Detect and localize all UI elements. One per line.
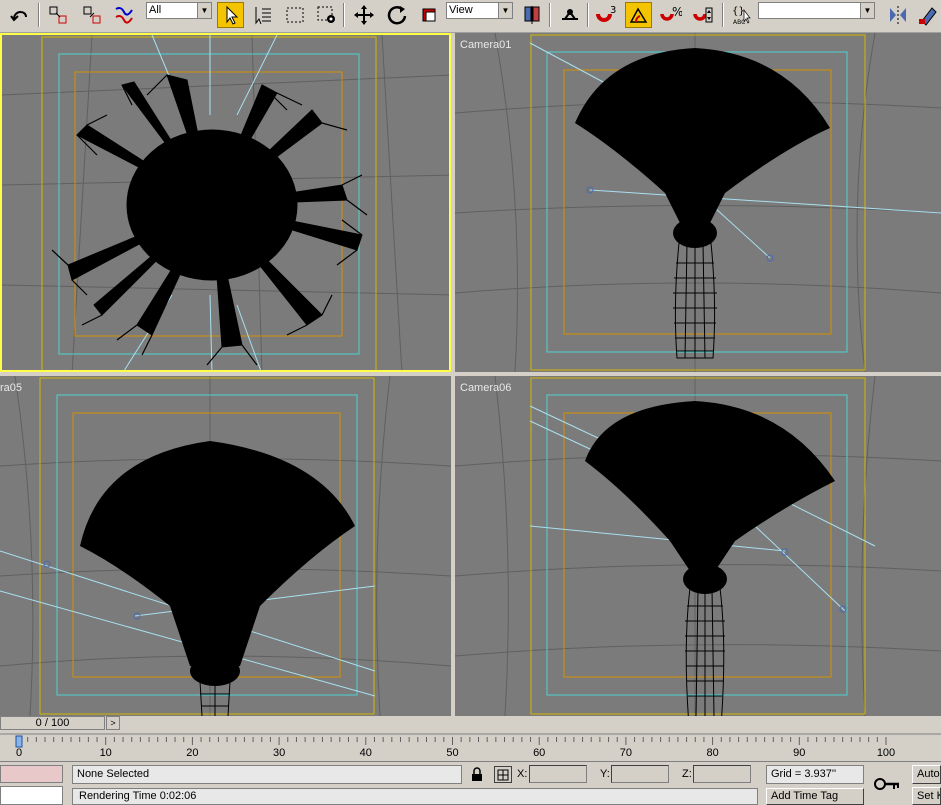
main-toolbar: All ▼ View ▼ 3 % {} xyxy=(0,0,941,33)
select-object-icon[interactable] xyxy=(217,2,244,28)
ruler-label: 40 xyxy=(360,747,372,759)
maxscript-listener[interactable] xyxy=(0,765,63,783)
select-and-move-icon[interactable] xyxy=(350,2,377,28)
viewport-label[interactable]: Camera01 xyxy=(460,39,511,51)
selection-status-text: None Selected xyxy=(77,768,150,780)
select-and-scale-icon[interactable] xyxy=(415,2,442,28)
use-pivot-point-center-icon[interactable] xyxy=(518,2,545,28)
separator xyxy=(549,3,551,27)
auto-key-label: Auto xyxy=(917,768,940,780)
select-and-manipulate-icon[interactable] xyxy=(556,2,583,28)
chevron-down-icon: ▼ xyxy=(860,3,874,18)
add-time-tag-button[interactable]: Add Time Tag xyxy=(766,788,864,805)
ruler-label: 30 xyxy=(273,747,285,759)
angle-snap-toggle-icon[interactable] xyxy=(625,2,652,28)
ruler-label: 100 xyxy=(877,747,895,759)
ruler-label: 50 xyxy=(446,747,458,759)
viewport-scene xyxy=(2,35,449,370)
time-slider-bar: 0 / 100 > xyxy=(0,716,941,732)
spinner-snap-icon[interactable] xyxy=(690,2,717,28)
viewport-camera05[interactable]: ra05 xyxy=(0,376,451,716)
maxscript-output[interactable] xyxy=(0,786,63,805)
reference-coordinate-dropdown[interactable]: View ▼ xyxy=(446,2,513,19)
auto-key-button[interactable]: Auto xyxy=(912,765,941,784)
viewport-camera06[interactable]: Camera06 xyxy=(455,376,941,716)
status-bar: None Selected X: Y: Z: Grid = 3.937'' Re… xyxy=(0,761,941,805)
viewport-label[interactable]: Camera06 xyxy=(460,382,511,394)
chevron-down-icon: ▼ xyxy=(498,3,512,18)
svg-text:%: % xyxy=(672,5,682,19)
z-label: Z: xyxy=(682,768,692,780)
bind-to-space-warp-icon[interactable] xyxy=(110,2,137,28)
set-key-button[interactable]: Set K xyxy=(912,787,941,805)
set-key-filter-icon[interactable] xyxy=(872,772,902,796)
grid-size-text: Grid = 3.937'' xyxy=(771,768,837,780)
y-coordinate-input[interactable] xyxy=(611,765,669,783)
x-coordinate-input[interactable] xyxy=(529,765,587,783)
edit-named-selection-icon[interactable]: {} ABC xyxy=(728,2,755,28)
time-slider[interactable]: 0 / 100 xyxy=(0,716,105,730)
ruler-label: 90 xyxy=(793,747,805,759)
chevron-down-icon: ▼ xyxy=(197,3,211,18)
percent-snap-icon[interactable]: % xyxy=(657,2,684,28)
ruler-label: 60 xyxy=(533,747,545,759)
select-by-name-icon[interactable] xyxy=(249,2,276,28)
mirror-icon[interactable] xyxy=(884,2,911,28)
next-frame-button[interactable]: > xyxy=(106,716,120,730)
separator xyxy=(587,3,589,27)
frame-counter: 0 / 100 xyxy=(35,717,70,729)
x-label: X: xyxy=(517,768,528,780)
rendering-time-text: Rendering Time 0:02:06 xyxy=(79,790,197,802)
absolute-mode-icon[interactable] xyxy=(494,766,512,783)
named-selection-dropdown[interactable]: ▼ xyxy=(758,2,875,19)
selection-filter-dropdown[interactable]: All ▼ xyxy=(146,2,212,19)
viewport-scene xyxy=(0,376,451,716)
z-coordinate-input[interactable] xyxy=(693,765,751,783)
y-label: Y: xyxy=(600,768,610,780)
svg-text:ABC: ABC xyxy=(733,19,745,26)
unlink-selection-icon[interactable] xyxy=(78,2,105,28)
set-key-label: Set K xyxy=(917,790,940,802)
select-and-rotate-icon[interactable] xyxy=(383,2,410,28)
reference-coordinate-value: View xyxy=(449,4,473,16)
grid-size: Grid = 3.937'' xyxy=(766,765,864,784)
ruler-label: 80 xyxy=(706,747,718,759)
snaps-toggle-icon[interactable]: 3 xyxy=(592,2,619,28)
prompt-line: Rendering Time 0:02:06 xyxy=(72,788,758,805)
select-and-link-icon[interactable] xyxy=(44,2,71,28)
selection-filter-value: All xyxy=(149,4,162,16)
ruler-label: 70 xyxy=(620,747,632,759)
separator xyxy=(722,3,724,27)
viewport-label[interactable]: ra05 xyxy=(0,382,22,394)
viewport-scene xyxy=(455,33,941,372)
viewport-camera01[interactable]: Camera01 xyxy=(455,33,941,372)
svg-text:3: 3 xyxy=(610,5,616,16)
align-icon[interactable] xyxy=(914,2,941,28)
rectangular-selection-region-icon[interactable] xyxy=(281,2,308,28)
window-crossing-icon[interactable] xyxy=(313,2,340,28)
viewport-scene xyxy=(455,376,941,716)
viewport-top-left[interactable] xyxy=(0,33,451,372)
ruler-label: 10 xyxy=(100,747,112,759)
svg-text:{}: {} xyxy=(732,6,745,17)
viewport-area: Camera01 ra05 Camera06 xyxy=(0,33,941,716)
ruler-label: 20 xyxy=(186,747,198,759)
current-frame-marker[interactable] xyxy=(15,735,23,748)
timeline-ruler: 0 10 20 30 40 50 60 70 80 90 100 xyxy=(0,733,941,759)
ruler-label: 0 xyxy=(16,747,22,759)
selection-status: None Selected xyxy=(72,765,462,784)
separator xyxy=(38,3,40,27)
undo-icon[interactable] xyxy=(6,2,33,28)
lock-icon[interactable] xyxy=(468,766,486,783)
add-time-tag-label: Add Time Tag xyxy=(771,790,839,802)
track-bar[interactable]: 0 10 20 30 40 50 60 70 80 90 100 xyxy=(0,733,941,761)
separator xyxy=(343,3,345,27)
